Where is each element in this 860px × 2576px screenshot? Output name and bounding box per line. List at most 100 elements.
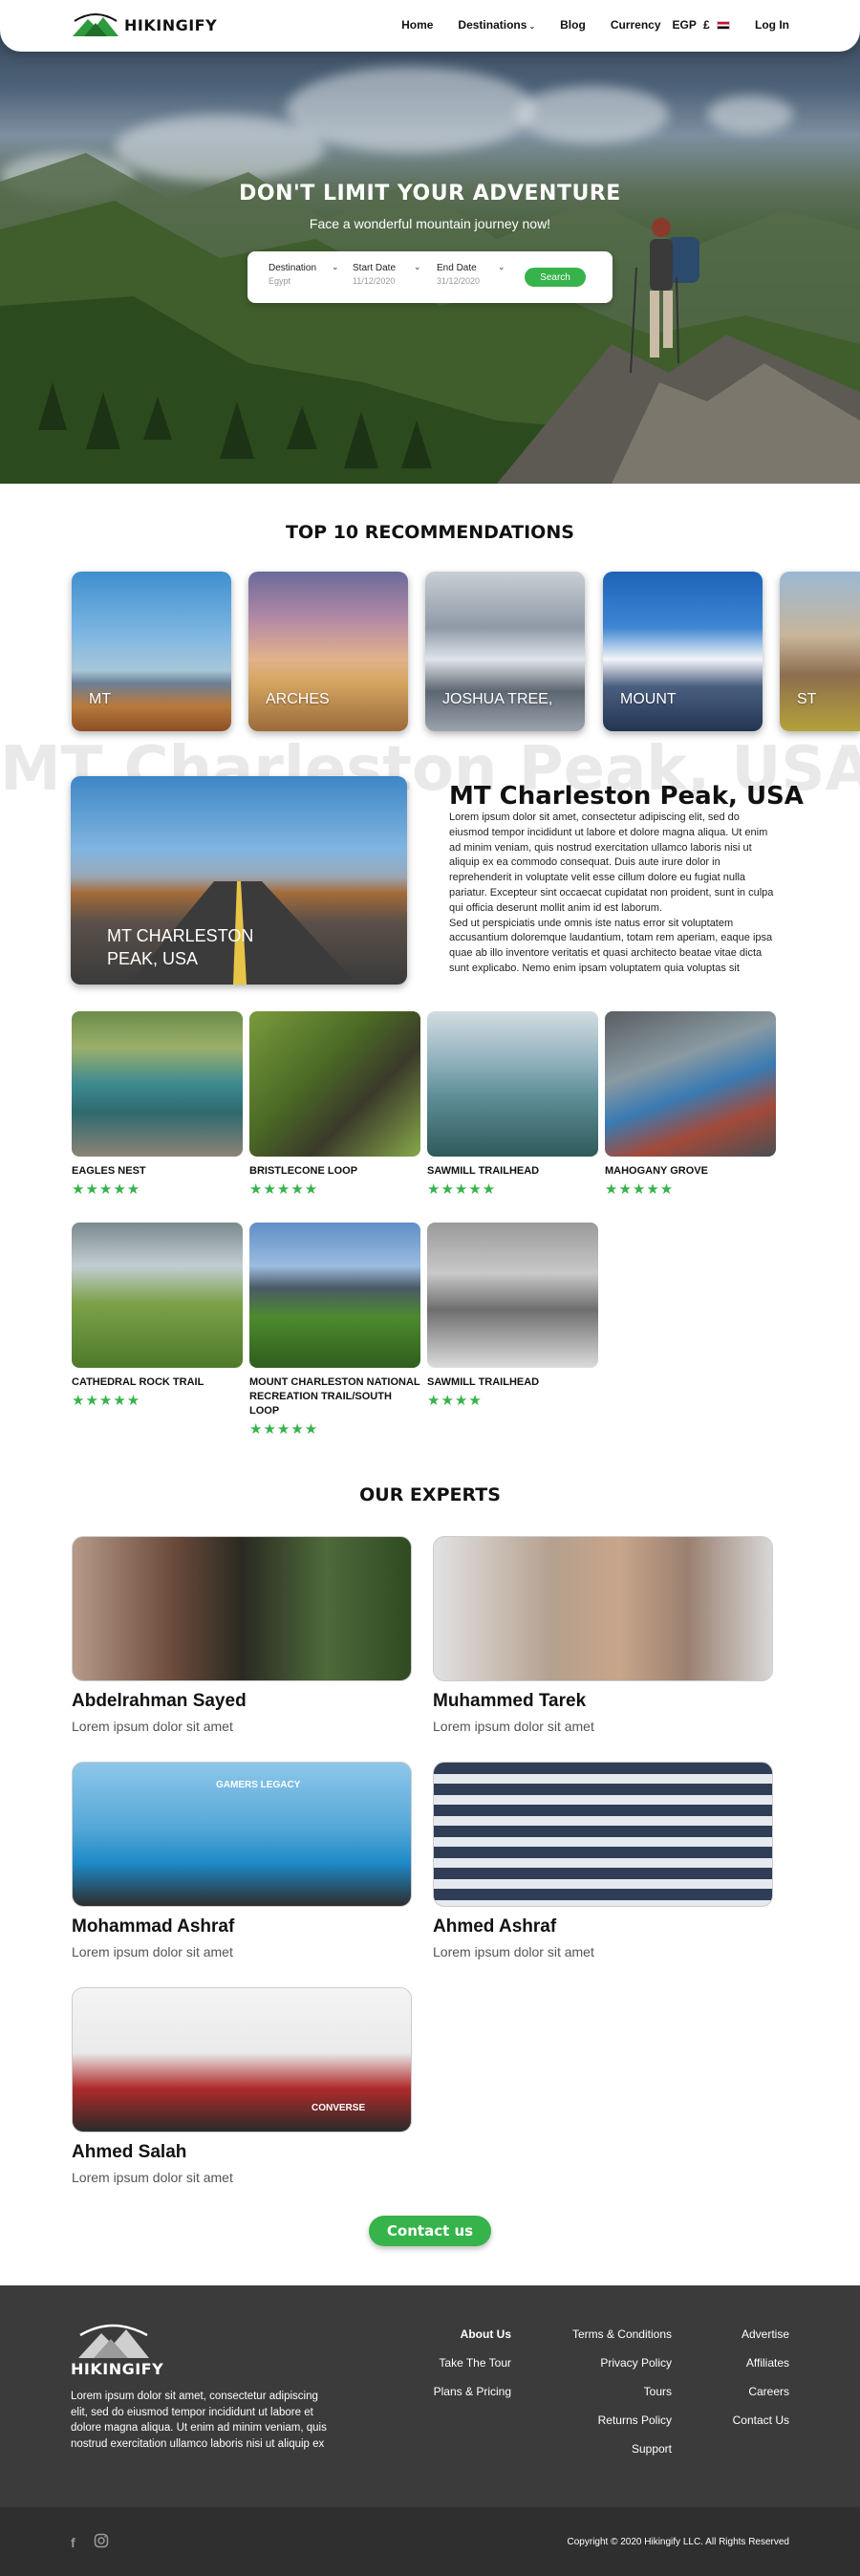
search-button[interactable]: Search <box>525 268 586 287</box>
expert-description: Lorem ipsum dolor sit amet <box>433 1719 594 1734</box>
chevron-down-icon: ⌄ <box>528 22 536 31</box>
trail-card[interactable]: MOUNT CHARLESTON NATIONAL RECREATION TRA… <box>249 1223 420 1438</box>
footer-link[interactable]: Careers <box>733 2385 789 2398</box>
expert-name: Abdelrahman Sayed <box>72 1691 247 1711</box>
experts-title: OUR EXPERTS <box>359 1484 501 1505</box>
mountain-logo-icon <box>73 13 118 36</box>
footer-link[interactable]: Terms & Conditions <box>572 2327 672 2341</box>
contact-us-button[interactable]: Contact us <box>369 2216 491 2246</box>
recommendation-label: ARCHES <box>266 691 330 707</box>
footer-link[interactable]: Contact Us <box>733 2414 789 2427</box>
star-rating: ★★★★ <box>427 1393 483 1409</box>
trail-photo <box>605 1011 776 1157</box>
footer-link[interactable]: Take The Tour <box>434 2356 511 2370</box>
destination-select[interactable]: Destination Egypt ⌄ <box>269 262 339 286</box>
nav-blog[interactable]: Blog <box>560 18 586 32</box>
currency-value: EGP <box>672 18 697 32</box>
expert-photo: GAMERS LEGACY <box>72 1762 412 1907</box>
footer-link[interactable]: About Us <box>434 2327 511 2341</box>
expert-card[interactable]: Abdelrahman Sayed Lorem ipsum dolor sit … <box>72 1536 412 1734</box>
trail-name: SAWMILL TRAILHEAD <box>427 1376 540 1388</box>
end-date-label: End Date <box>437 263 477 273</box>
trail-name: SAWMILL TRAILHEAD <box>427 1165 540 1177</box>
expert-card[interactable]: Ahmed Ashraf Lorem ipsum dolor sit amet <box>433 1762 773 1959</box>
footer-link[interactable]: Support <box>572 2442 672 2456</box>
expert-photo <box>433 1762 773 1907</box>
featured-description: Lorem ipsum dolor sit amet, consectetur … <box>449 811 782 977</box>
expert-card[interactable]: CONVERSE Ahmed Salah Lorem ipsum dolor s… <box>72 1987 412 2185</box>
nav-links: Home Destinations ⌄ Blog Currency EGP £ L… <box>401 18 789 32</box>
trail-card[interactable]: SAWMILL TRAILHEAD ★★★★ <box>427 1223 598 1409</box>
end-date-field[interactable]: End Date 31/12/2020 ⌄ <box>437 262 505 286</box>
nav-destinations[interactable]: Destinations ⌄ <box>458 18 535 32</box>
footer-column: Advertise Affiliates Careers Contact Us <box>733 2327 789 2442</box>
trail-name: CATHEDRAL ROCK TRAIL <box>72 1376 204 1388</box>
featured-paragraph: Sed ut perspiciatis unde omnis iste natu… <box>449 917 773 974</box>
featured-image[interactable]: MT CHARLESTON PEAK, USA <box>71 776 407 985</box>
currency-selector[interactable]: EGP £ <box>672 18 730 32</box>
expert-card[interactable]: GAMERS LEGACY Mohammad Ashraf Lorem ipsu… <box>72 1762 412 1959</box>
recommendation-card[interactable]: MT <box>72 572 231 731</box>
trail-photo <box>249 1011 420 1157</box>
cap-print: GAMERS LEGACY <box>216 1780 301 1790</box>
recommendation-label: JOSHUA TREE, <box>442 691 553 707</box>
expert-name: Ahmed Ashraf <box>433 1916 557 1937</box>
brand-logo[interactable]: HIKINGIFY <box>71 11 217 38</box>
footer-brand: HIKINGIFY <box>71 2360 164 2378</box>
copyright-text: Copyright © 2020 Hikingify LLC. All Righ… <box>567 2537 789 2547</box>
expert-name: Ahmed Salah <box>72 2142 187 2162</box>
trail-name: MOUNT CHARLESTON NATIONAL RECREATION TRA… <box>249 1376 420 1417</box>
trail-card[interactable]: SAWMILL TRAILHEAD ★★★★★ <box>427 1011 598 1198</box>
trail-card[interactable]: CATHEDRAL ROCK TRAIL ★★★★★ <box>72 1223 243 1409</box>
star-rating: ★★★★★ <box>249 1421 319 1438</box>
start-date-field[interactable]: Start Date 11/12/2020 ⌄ <box>353 262 421 286</box>
recommendation-label: MOUNT <box>620 691 677 707</box>
hero-banner: DON'T LIMIT YOUR ADVENTURE Face a wonder… <box>0 0 860 484</box>
expert-name: Muhammed Tarek <box>433 1691 587 1711</box>
footer-link[interactable]: Tours <box>572 2385 672 2398</box>
star-rating: ★★★★★ <box>249 1181 319 1198</box>
expert-description: Lorem ipsum dolor sit amet <box>72 1719 233 1734</box>
shirt-print: CONVERSE <box>312 2103 366 2113</box>
footer-link[interactable]: Plans & Pricing <box>434 2385 511 2398</box>
trail-card[interactable]: BRISTLECONE LOOP ★★★★★ <box>249 1011 420 1198</box>
footer-link[interactable]: Advertise <box>733 2327 789 2341</box>
destination-value: Egypt <box>269 276 291 286</box>
login-link[interactable]: Log In <box>755 18 789 32</box>
hero-subtitle: Face a wonderful mountain journey now! <box>309 216 551 231</box>
navbar: HIKINGIFY Home Destinations ⌄ Blog Curren… <box>0 0 860 52</box>
recommendation-card[interactable]: ST <box>780 572 860 731</box>
footer-link[interactable]: Privacy Policy <box>572 2356 672 2370</box>
trail-photo <box>427 1223 598 1368</box>
facebook-icon[interactable]: f <box>71 2535 75 2550</box>
expert-name: Mohammad Ashraf <box>72 1916 235 1937</box>
nav-currency[interactable]: Currency <box>611 18 661 32</box>
trail-name: MAHOGANY GROVE <box>605 1165 708 1177</box>
expert-description: Lorem ipsum dolor sit amet <box>72 2170 233 2185</box>
footer-link[interactable]: Returns Policy <box>572 2414 672 2427</box>
trail-name: BRISTLECONE LOOP <box>249 1165 358 1177</box>
nav-home[interactable]: Home <box>401 18 433 32</box>
featured-image-caption: MT CHARLESTON PEAK, USA <box>107 926 254 968</box>
expert-photo: CONVERSE <box>72 1987 412 2132</box>
instagram-icon[interactable] <box>94 2533 109 2548</box>
recommendation-card[interactable]: ARCHES <box>248 572 408 731</box>
star-rating: ★★★★★ <box>427 1181 497 1198</box>
star-rating: ★★★★★ <box>72 1181 141 1198</box>
recommendations-title: TOP 10 RECOMMENDATIONS <box>286 522 574 543</box>
footer-link[interactable]: Affiliates <box>733 2356 789 2370</box>
trail-card[interactable]: EAGLES NEST ★★★★★ <box>72 1011 243 1198</box>
end-date-value: 31/12/2020 <box>437 276 481 286</box>
start-date-label: Start Date <box>353 263 397 273</box>
trail-card[interactable]: MAHOGANY GROVE ★★★★★ <box>605 1011 776 1198</box>
hiker-illustration <box>630 218 699 374</box>
trail-photo <box>72 1011 243 1157</box>
expert-photo <box>433 1536 773 1681</box>
chevron-down-icon: ⌄ <box>498 262 505 271</box>
recommendation-card[interactable]: MOUNT <box>603 572 763 731</box>
egypt-flag-icon <box>717 21 730 31</box>
footer: HIKINGIFY Lorem ipsum dolor sit amet, co… <box>0 2285 860 2507</box>
expert-card[interactable]: Muhammed Tarek Lorem ipsum dolor sit ame… <box>433 1536 773 1734</box>
recommendation-card[interactable]: JOSHUA TREE, <box>425 572 585 731</box>
expert-photo <box>72 1536 412 1681</box>
